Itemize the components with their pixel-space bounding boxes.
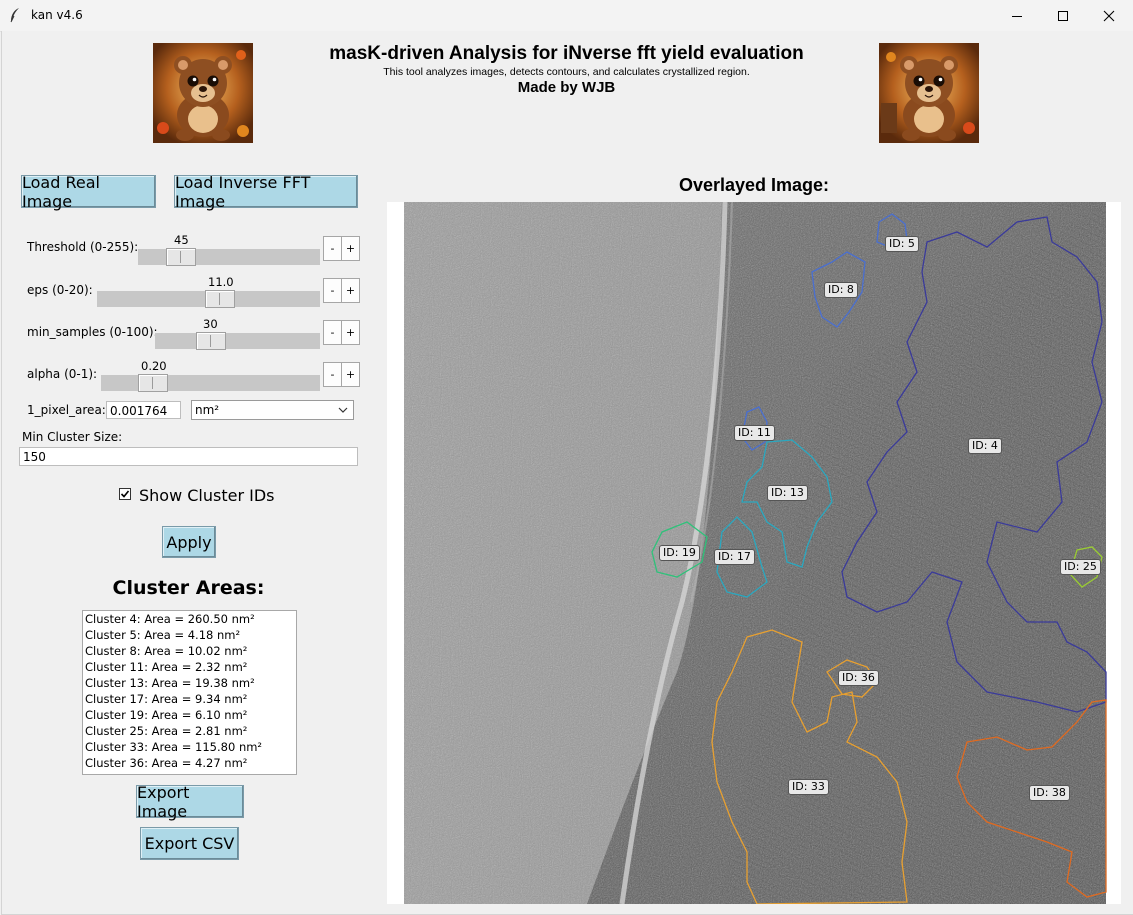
cluster-areas-heading: Cluster Areas: — [112, 577, 265, 599]
list-item[interactable]: Cluster 8: Area = 10.02 nm² — [83, 643, 296, 659]
load-real-image-button[interactable]: Load Real Image — [21, 173, 156, 211]
eps-label: eps (0-20): — [27, 283, 93, 297]
overlay-image-canvas[interactable]: ID: 5 ID: 8 ID: 11 ID: 4 ID: 13 ID: 19 I… — [387, 202, 1121, 904]
eps-value: 11.0 — [208, 275, 234, 289]
list-item[interactable]: Cluster 36: Area = 4.27 nm² — [83, 755, 296, 771]
app-description: This tool analyzes images, detects conto… — [383, 66, 750, 78]
unit-select[interactable]: nm² — [191, 400, 354, 420]
threshold-label: Threshold (0-255): — [27, 240, 139, 254]
alpha-decrement-button[interactable]: - — [323, 362, 342, 387]
cluster-id-label: ID: 17 — [714, 549, 755, 565]
cluster-id-label: ID: 36 — [838, 670, 879, 686]
overlay-title: Overlayed Image: — [678, 175, 830, 195]
cluster-id-label: ID: 8 — [824, 282, 858, 298]
export-image-button[interactable]: Export Image — [136, 783, 244, 821]
cluster-id-label: ID: 25 — [1060, 559, 1101, 575]
threshold-decrement-button[interactable]: - — [323, 236, 342, 261]
chevron-down-icon — [338, 407, 348, 413]
unit-select-value: nm² — [195, 403, 220, 417]
threshold-value: 45 — [174, 233, 189, 247]
list-item[interactable]: Cluster 25: Area = 2.81 nm² — [83, 723, 296, 739]
eps-slider[interactable] — [97, 290, 320, 308]
app-heading: masK-driven Analysis for iNverse fft yie… — [329, 43, 804, 64]
list-item[interactable]: Cluster 5: Area = 4.18 nm² — [83, 627, 296, 643]
minimize-button[interactable] — [994, 0, 1040, 31]
checkmark-icon — [120, 490, 130, 498]
list-item[interactable]: Cluster 4: Area = 260.50 nm² — [83, 611, 296, 627]
close-button[interactable] — [1086, 0, 1132, 31]
list-item[interactable]: Cluster 13: Area = 19.38 nm² — [83, 675, 296, 691]
list-item[interactable]: Cluster 11: Area = 2.32 nm² — [83, 659, 296, 675]
title-bar: kan v4.6 — [0, 0, 1133, 32]
maximize-icon — [1058, 10, 1068, 21]
alpha-label: alpha (0-1): — [27, 367, 98, 381]
list-item[interactable]: Cluster 33: Area = 115.80 nm² — [83, 739, 296, 755]
cluster-id-label: ID: 5 — [885, 236, 919, 252]
min-samples-value: 30 — [203, 317, 218, 331]
threshold-slider[interactable] — [138, 248, 320, 266]
cluster-id-label: ID: 11 — [734, 425, 775, 441]
alpha-slider[interactable] — [101, 374, 320, 392]
min-samples-decrement-button[interactable]: - — [323, 320, 342, 345]
threshold-slider-handle[interactable] — [166, 248, 196, 266]
eps-increment-button[interactable]: + — [341, 278, 360, 303]
cluster-id-label: ID: 19 — [659, 545, 700, 561]
min-cluster-size-label: Min Cluster Size: — [22, 430, 123, 444]
alpha-increment-button[interactable]: + — [341, 362, 360, 387]
cluster-id-label: ID: 33 — [788, 779, 829, 795]
export-csv-button[interactable]: Export CSV — [140, 827, 239, 860]
show-cluster-ids-checkbox[interactable] — [119, 488, 131, 500]
author-credit: Made by WJB — [517, 79, 616, 96]
threshold-increment-button[interactable]: + — [341, 236, 360, 261]
maximize-button[interactable] — [1040, 0, 1086, 31]
load-inverse-fft-button[interactable]: Load Inverse FFT Image — [174, 173, 358, 211]
list-item[interactable]: Cluster 17: Area = 9.34 nm² — [83, 691, 296, 707]
min-samples-label: min_samples (0-100): — [27, 325, 158, 339]
apply-button[interactable]: Apply — [162, 526, 216, 558]
list-item[interactable]: Cluster 19: Area = 6.10 nm² — [83, 707, 296, 723]
alpha-value: 0.20 — [141, 359, 167, 373]
window-title: kan v4.6 — [31, 8, 83, 22]
min-cluster-size-input[interactable]: 150 — [19, 447, 358, 466]
min-samples-increment-button[interactable]: + — [341, 320, 360, 345]
eps-slider-handle[interactable] — [205, 290, 235, 308]
close-icon — [1103, 10, 1115, 21]
alpha-slider-handle[interactable] — [138, 374, 168, 392]
cluster-id-label: ID: 38 — [1029, 785, 1070, 801]
pixel-area-label: 1_pixel_area: — [27, 403, 106, 417]
cluster-areas-list[interactable]: Cluster 4: Area = 260.50 nm² Cluster 5: … — [82, 610, 297, 775]
feather-icon — [10, 8, 19, 23]
cluster-id-label: ID: 13 — [767, 485, 808, 501]
eps-decrement-button[interactable]: - — [323, 278, 342, 303]
pixel-area-input[interactable]: 0.001764 — [106, 401, 181, 419]
min-samples-slider[interactable] — [155, 332, 320, 350]
show-cluster-ids-label: Show Cluster IDs — [139, 486, 275, 505]
cluster-id-label: ID: 4 — [968, 438, 1002, 454]
min-samples-slider-handle[interactable] — [196, 332, 226, 350]
minimize-icon — [1012, 15, 1022, 17]
